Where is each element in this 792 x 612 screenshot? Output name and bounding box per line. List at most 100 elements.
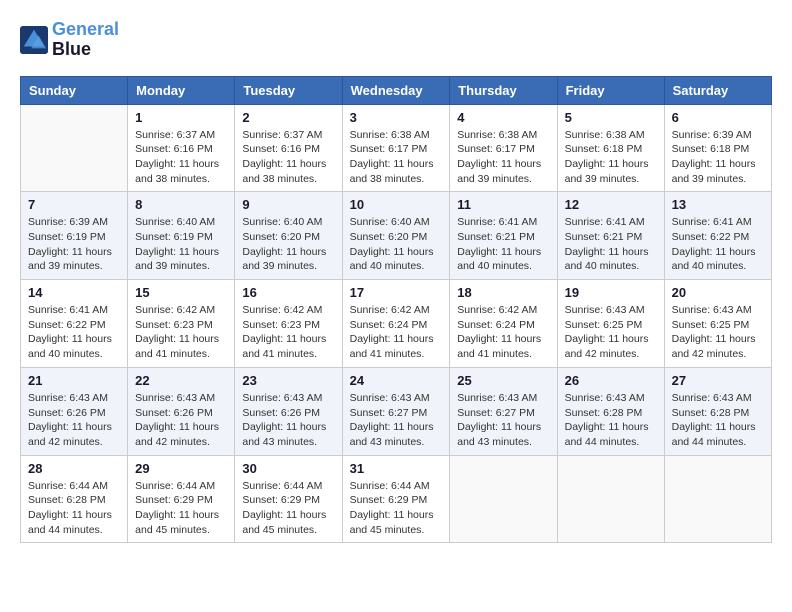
calendar-cell: 7 Sunrise: 6:39 AMSunset: 6:19 PMDaylight… [21, 192, 128, 280]
calendar-cell [557, 455, 664, 543]
day-number: 2 [242, 110, 334, 125]
day-info: Sunrise: 6:39 AMSunset: 6:19 PMDaylight:… [28, 215, 120, 274]
day-number: 16 [242, 285, 334, 300]
day-number: 17 [350, 285, 443, 300]
day-info: Sunrise: 6:42 AMSunset: 6:23 PMDaylight:… [242, 303, 334, 362]
day-header-sunday: Sunday [21, 76, 128, 104]
page-header: General Blue [20, 20, 772, 60]
day-number: 25 [457, 373, 549, 388]
calendar-cell: 14 Sunrise: 6:41 AMSunset: 6:22 PMDayligh… [21, 280, 128, 368]
day-info: Sunrise: 6:43 AMSunset: 6:25 PMDaylight:… [565, 303, 657, 362]
calendar-cell: 1 Sunrise: 6:37 AMSunset: 6:16 PMDaylight… [128, 104, 235, 192]
day-info: Sunrise: 6:44 AMSunset: 6:29 PMDaylight:… [242, 479, 334, 538]
calendar-header-row: SundayMondayTuesdayWednesdayThursdayFrid… [21, 76, 772, 104]
calendar-body: 1 Sunrise: 6:37 AMSunset: 6:16 PMDaylight… [21, 104, 772, 543]
day-number: 30 [242, 461, 334, 476]
day-number: 3 [350, 110, 443, 125]
day-info: Sunrise: 6:38 AMSunset: 6:17 PMDaylight:… [457, 128, 549, 187]
calendar-cell: 8 Sunrise: 6:40 AMSunset: 6:19 PMDaylight… [128, 192, 235, 280]
day-number: 1 [135, 110, 227, 125]
week-row-5: 28 Sunrise: 6:44 AMSunset: 6:28 PMDayligh… [21, 455, 772, 543]
calendar-cell: 6Sunrise: 6:39 AMSunset: 6:18 PMDaylight… [664, 104, 771, 192]
calendar-cell: 19 Sunrise: 6:43 AMSunset: 6:25 PMDayligh… [557, 280, 664, 368]
calendar-cell: 20 Sunrise: 6:43 AMSunset: 6:25 PMDayligh… [664, 280, 771, 368]
day-number: 9 [242, 197, 334, 212]
calendar-cell: 12Sunrise: 6:41 AMSunset: 6:21 PMDayligh… [557, 192, 664, 280]
calendar-cell: 30 Sunrise: 6:44 AMSunset: 6:29 PMDayligh… [235, 455, 342, 543]
day-info: Sunrise: 6:40 AMSunset: 6:19 PMDaylight:… [135, 215, 227, 274]
day-number: 20 [672, 285, 764, 300]
day-number: 27 [672, 373, 764, 388]
calendar-cell: 3 Sunrise: 6:38 AMSunset: 6:17 PMDaylight… [342, 104, 450, 192]
day-number: 23 [242, 373, 334, 388]
day-info: Sunrise: 6:40 AMSunset: 6:20 PMDaylight:… [350, 215, 443, 274]
calendar-cell: 10 Sunrise: 6:40 AMSunset: 6:20 PMDayligh… [342, 192, 450, 280]
day-number: 26 [565, 373, 657, 388]
logo-icon [20, 26, 48, 54]
day-number: 31 [350, 461, 443, 476]
calendar-cell [21, 104, 128, 192]
day-info: Sunrise: 6:43 AMSunset: 6:27 PMDaylight:… [457, 391, 549, 450]
calendar-cell: 11Sunrise: 6:41 AMSunset: 6:21 PMDayligh… [450, 192, 557, 280]
calendar-cell: 23 Sunrise: 6:43 AMSunset: 6:26 PMDayligh… [235, 367, 342, 455]
day-number: 12 [565, 197, 657, 212]
day-info: Sunrise: 6:44 AMSunset: 6:29 PMDaylight:… [135, 479, 227, 538]
week-row-2: 7 Sunrise: 6:39 AMSunset: 6:19 PMDaylight… [21, 192, 772, 280]
calendar-cell: 26 Sunrise: 6:43 AMSunset: 6:28 PMDayligh… [557, 367, 664, 455]
calendar-cell: 2 Sunrise: 6:37 AMSunset: 6:16 PMDaylight… [235, 104, 342, 192]
calendar-cell: 16 Sunrise: 6:42 AMSunset: 6:23 PMDayligh… [235, 280, 342, 368]
calendar-cell: 21Sunrise: 6:43 AMSunset: 6:26 PMDayligh… [21, 367, 128, 455]
day-info: Sunrise: 6:43 AMSunset: 6:26 PMDaylight:… [135, 391, 227, 450]
calendar-cell: 17 Sunrise: 6:42 AMSunset: 6:24 PMDayligh… [342, 280, 450, 368]
day-info: Sunrise: 6:41 AMSunset: 6:22 PMDaylight:… [28, 303, 120, 362]
day-info: Sunrise: 6:43 AMSunset: 6:28 PMDaylight:… [672, 391, 764, 450]
day-info: Sunrise: 6:43 AMSunset: 6:25 PMDaylight:… [672, 303, 764, 362]
week-row-4: 21 Sunrise: 6:43 AMSunset: 6:26 PMDayligh… [21, 367, 772, 455]
day-number: 11 [457, 197, 549, 212]
day-info: Sunrise: 6:42 AMSunset: 6:23 PMDaylight:… [135, 303, 227, 362]
day-number: 14 [28, 285, 120, 300]
calendar-cell: 31 Sunrise: 6:44 AMSunset: 6:29 PMDayligh… [342, 455, 450, 543]
day-info: Sunrise: 6:37 AMSunset: 6:16 PMDaylight:… [242, 128, 334, 187]
week-row-3: 14 Sunrise: 6:41 AMSunset: 6:22 PMDayligh… [21, 280, 772, 368]
day-info: Sunrise: 6:42 AMSunset: 6:24 PMDaylight:… [350, 303, 443, 362]
day-info: Sunrise: 6:41 AMSunset: 6:22 PMDaylight:… [672, 215, 764, 274]
day-header-monday: Monday [128, 76, 235, 104]
calendar-cell: 18 Sunrise: 6:42 AMSunset: 6:24 PMDayligh… [450, 280, 557, 368]
calendar-cell: 22 Sunrise: 6:43 AMSunset: 6:26 PMDayligh… [128, 367, 235, 455]
day-header-wednesday: Wednesday [342, 76, 450, 104]
day-info: Sunrise: 6:38 AMSunset: 6:17 PMDaylight:… [350, 128, 443, 187]
day-number: 10 [350, 197, 443, 212]
day-info: Sunrise: 6:37 AMSunset: 6:16 PMDaylight:… [135, 128, 227, 187]
day-header-thursday: Thursday [450, 76, 557, 104]
day-info: Sunrise: 6:43 AMSunset: 6:28 PMDaylight:… [565, 391, 657, 450]
day-number: 8 [135, 197, 227, 212]
day-number: 6 [672, 110, 764, 125]
day-number: 28 [28, 461, 120, 476]
day-number: 19 [565, 285, 657, 300]
day-info: Sunrise: 6:44 AMSunset: 6:29 PMDaylight:… [350, 479, 443, 538]
calendar-cell: 4 Sunrise: 6:38 AMSunset: 6:17 PMDaylight… [450, 104, 557, 192]
calendar-cell: 24Sunrise: 6:43 AMSunset: 6:27 PMDayligh… [342, 367, 450, 455]
day-header-friday: Friday [557, 76, 664, 104]
day-number: 24 [350, 373, 443, 388]
day-info: Sunrise: 6:40 AMSunset: 6:20 PMDaylight:… [242, 215, 334, 274]
calendar-cell: 29Sunrise: 6:44 AMSunset: 6:29 PMDayligh… [128, 455, 235, 543]
day-info: Sunrise: 6:42 AMSunset: 6:24 PMDaylight:… [457, 303, 549, 362]
day-info: Sunrise: 6:38 AMSunset: 6:18 PMDaylight:… [565, 128, 657, 187]
day-number: 13 [672, 197, 764, 212]
day-info: Sunrise: 6:43 AMSunset: 6:26 PMDaylight:… [242, 391, 334, 450]
day-number: 22 [135, 373, 227, 388]
day-info: Sunrise: 6:44 AMSunset: 6:28 PMDaylight:… [28, 479, 120, 538]
day-number: 18 [457, 285, 549, 300]
day-number: 15 [135, 285, 227, 300]
day-number: 7 [28, 197, 120, 212]
calendar-cell: 5Sunrise: 6:38 AMSunset: 6:18 PMDaylight… [557, 104, 664, 192]
logo-text: General Blue [52, 20, 119, 60]
day-header-saturday: Saturday [664, 76, 771, 104]
calendar-cell [450, 455, 557, 543]
day-number: 21 [28, 373, 120, 388]
calendar-cell [664, 455, 771, 543]
week-row-1: 1 Sunrise: 6:37 AMSunset: 6:16 PMDaylight… [21, 104, 772, 192]
day-number: 4 [457, 110, 549, 125]
